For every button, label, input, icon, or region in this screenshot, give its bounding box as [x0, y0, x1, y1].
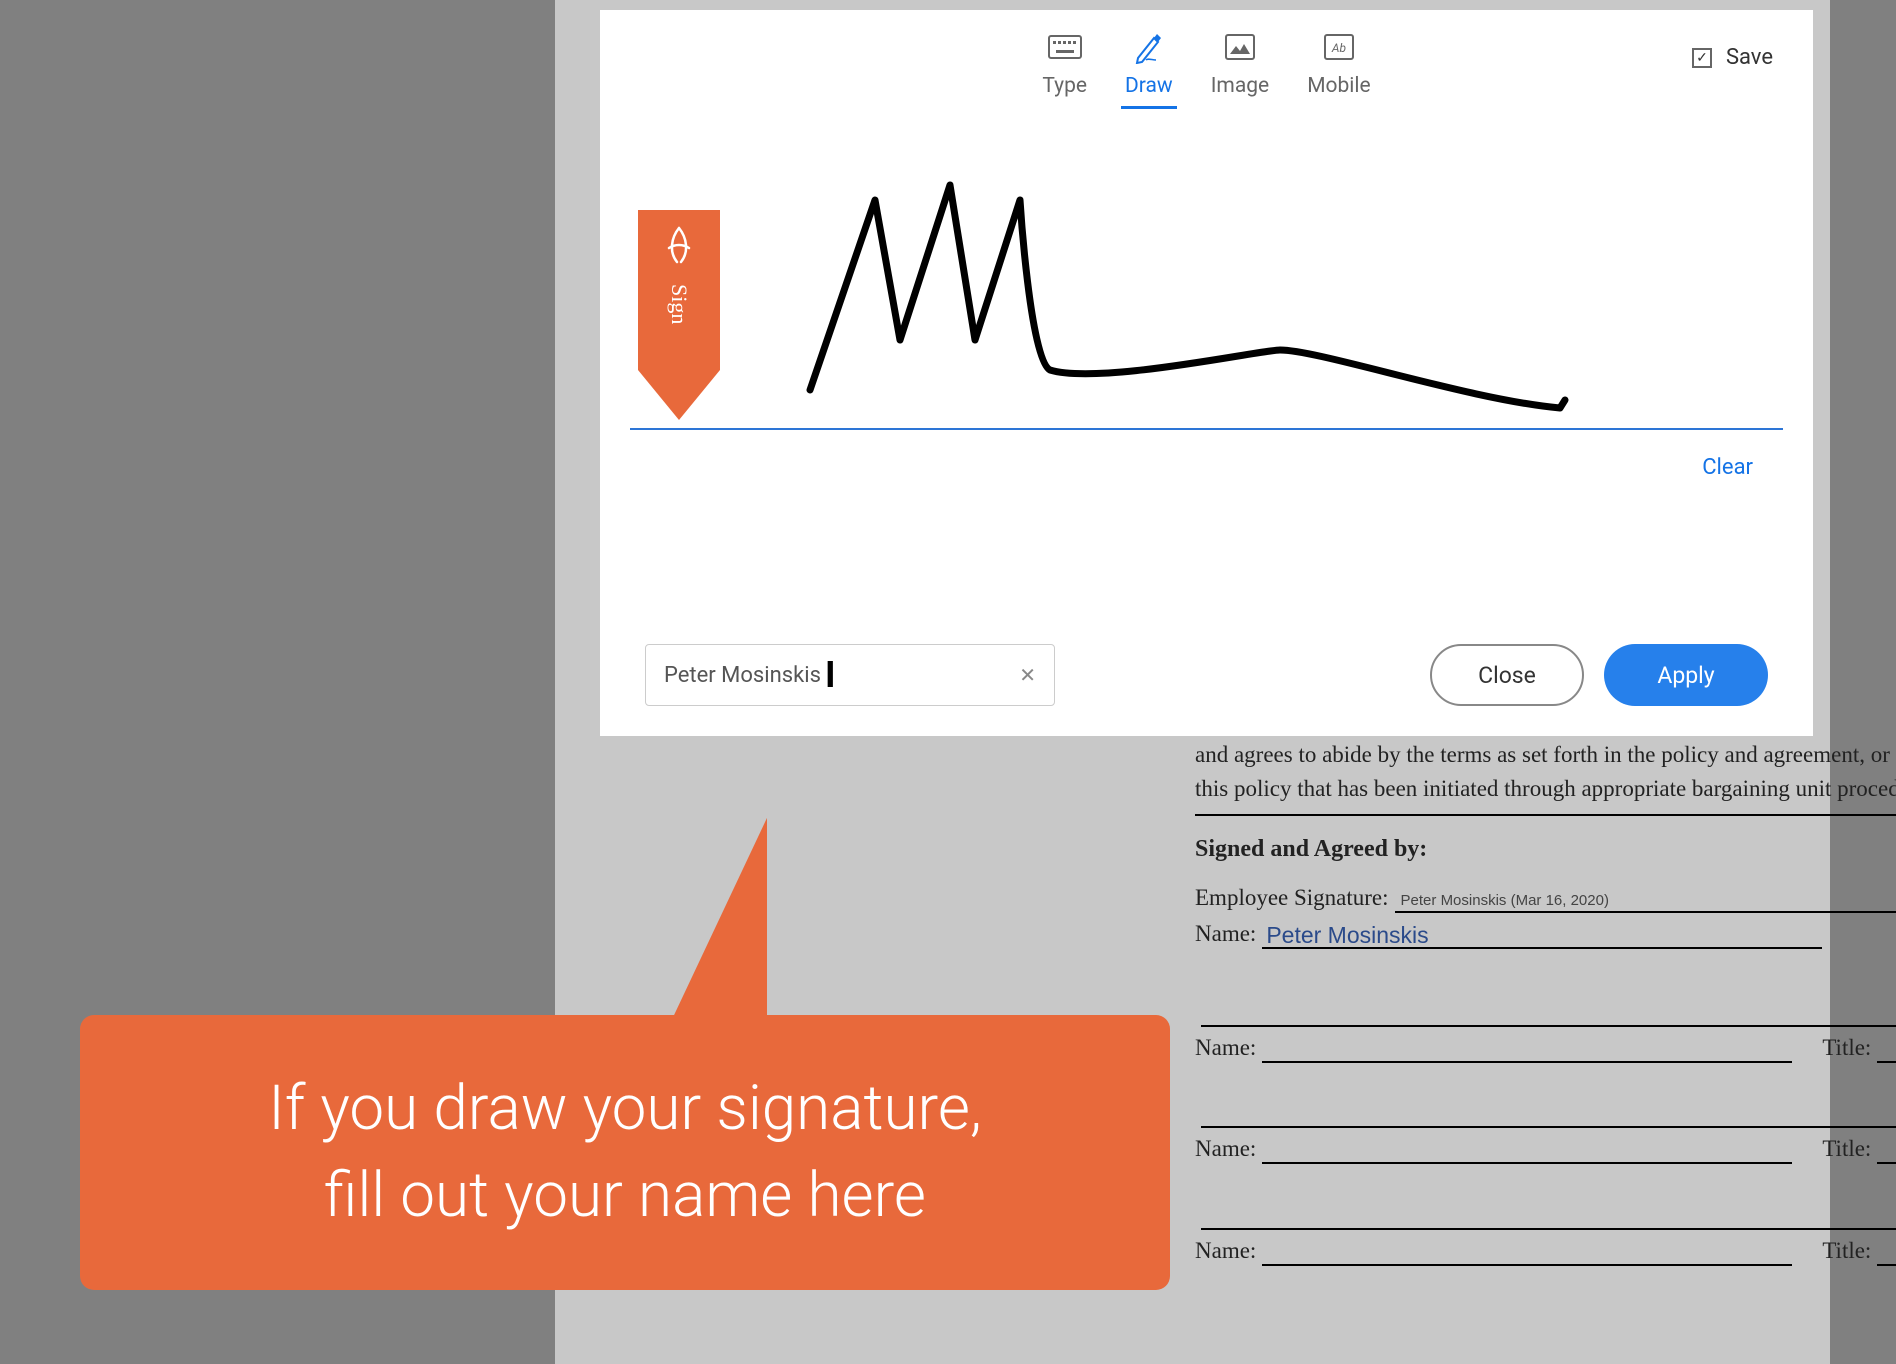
sign-tab-label: Sign	[666, 284, 692, 324]
title-section-3: Title:	[1822, 1134, 1896, 1164]
svg-text:Ab: Ab	[1331, 41, 1347, 55]
name-title-row-2: Name: Title:	[1195, 1033, 1896, 1063]
apply-button[interactable]: Apply	[1604, 644, 1768, 706]
callout-pointer	[637, 680, 767, 1020]
tab-draw-label: Draw	[1125, 74, 1173, 98]
keyboard-icon	[1046, 30, 1084, 64]
close-button[interactable]: Close	[1430, 644, 1584, 706]
clear-button[interactable]: Clear	[600, 430, 1813, 480]
title-label-3: Title:	[1822, 1134, 1871, 1164]
save-label: Save	[1726, 45, 1773, 70]
title-line-4[interactable]	[1877, 1244, 1896, 1266]
title-section-4: Title:	[1822, 1236, 1896, 1266]
signature-row-3: Date:	[1195, 1099, 1896, 1129]
text-cursor-icon: I	[825, 657, 836, 693]
name-line-4[interactable]	[1262, 1244, 1792, 1266]
signature-value: Peter Mosinskis (Mar 16, 2020)	[1401, 891, 1609, 911]
tab-mobile[interactable]: Ab Mobile	[1303, 30, 1374, 98]
signature-canvas[interactable]	[630, 130, 1783, 430]
name-line-2[interactable]	[1262, 1041, 1792, 1063]
tab-type[interactable]: Type	[1038, 30, 1091, 98]
doc-paragraph-2: this policy that has been initiated thro…	[1195, 774, 1896, 804]
name-label-2: Name:	[1195, 1033, 1256, 1063]
name-label-3: Name:	[1195, 1134, 1256, 1164]
doc-paragraph-1: and agrees to abide by the terms as set …	[1195, 740, 1896, 770]
signature-line-3[interactable]	[1201, 1106, 1896, 1128]
tab-draw[interactable]: Draw	[1121, 30, 1177, 109]
signature-modal: Type Draw Image Ab Mobile ✓ Save	[600, 10, 1813, 736]
image-icon	[1221, 30, 1259, 64]
divider-line	[1195, 814, 1896, 816]
employee-signature-row: Employee Signature: Peter Mosinskis (Mar…	[1195, 883, 1896, 913]
mobile-icon: Ab	[1320, 30, 1358, 64]
signature-line[interactable]: Peter Mosinskis (Mar 16, 2020)	[1395, 891, 1896, 913]
name-label-4: Name:	[1195, 1236, 1256, 1266]
name-value: Peter Mosinskis	[1266, 921, 1428, 951]
callout-text: If you draw your signature, fill out you…	[268, 1066, 982, 1240]
signature-row-2: Date:	[1195, 997, 1896, 1027]
signature-line-2[interactable]	[1201, 1005, 1896, 1027]
signature-drawing	[790, 160, 1610, 420]
name-title-row-3: Name: Title:	[1195, 1134, 1896, 1164]
title-section-2: Title:	[1822, 1033, 1896, 1063]
save-checkbox-group[interactable]: ✓ Save	[1692, 45, 1773, 70]
modal-tabs: Type Draw Image Ab Mobile ✓ Save	[600, 10, 1813, 130]
tab-type-label: Type	[1042, 74, 1087, 98]
name-label: Name:	[1195, 919, 1256, 949]
title-line-3[interactable]	[1877, 1142, 1896, 1164]
signature-line-4[interactable]	[1201, 1208, 1896, 1230]
sign-arrow-tab: Sign	[638, 210, 720, 426]
employee-signature-label: Employee Signature:	[1195, 883, 1389, 913]
tab-image-label: Image	[1211, 74, 1269, 98]
name-row: Name: Peter Mosinskis	[1195, 919, 1896, 949]
document-content: and agrees to abide by the terms as set …	[1195, 740, 1896, 1272]
pen-icon	[1130, 30, 1168, 64]
name-line[interactable]: Peter Mosinskis	[1262, 925, 1822, 949]
name-title-row-4: Name: Title:	[1195, 1236, 1896, 1266]
signature-row-4: Date:	[1195, 1200, 1896, 1230]
title-label-4: Title:	[1822, 1236, 1871, 1266]
title-label-2: Title:	[1822, 1033, 1871, 1063]
name-line-3[interactable]	[1262, 1142, 1792, 1164]
adobe-sign-icon	[661, 224, 697, 266]
signed-agreed-label: Signed and Agreed by:	[1195, 834, 1896, 865]
tab-mobile-label: Mobile	[1307, 74, 1370, 98]
instruction-callout: If you draw your signature, fill out you…	[80, 1015, 1170, 1290]
title-line-2[interactable]	[1877, 1041, 1896, 1063]
tab-image[interactable]: Image	[1207, 30, 1273, 98]
modal-footer: Peter Mosinskis I ✕ Close Apply	[600, 644, 1813, 706]
clear-input-icon[interactable]: ✕	[1019, 663, 1036, 687]
save-checkbox[interactable]: ✓	[1692, 48, 1712, 68]
